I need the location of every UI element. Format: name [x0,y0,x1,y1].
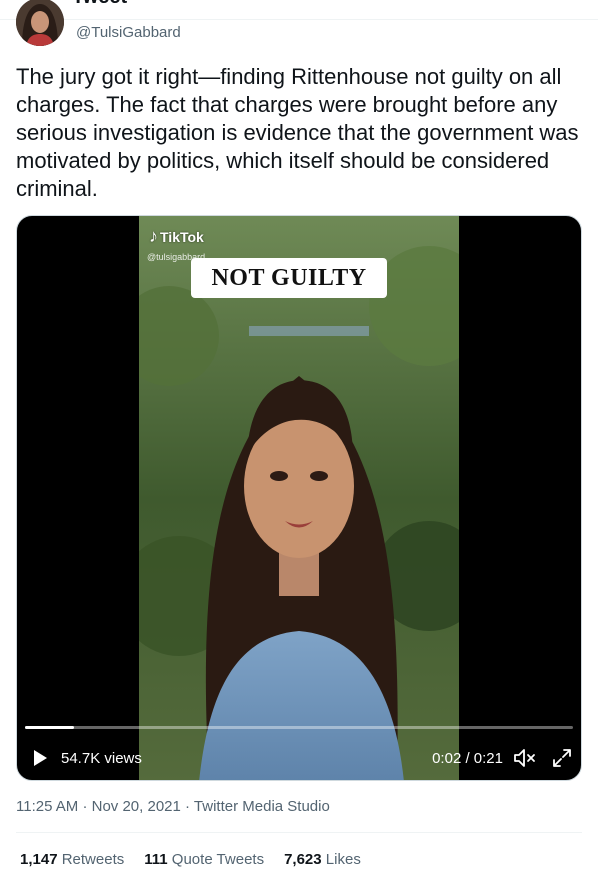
mute-icon[interactable] [513,747,537,769]
page-title: Tweet [72,0,127,9]
tweet-time[interactable]: 11:25 AM [16,798,78,815]
quote-tweets-label: Quote Tweets [171,851,265,868]
retweets-label: Retweets [61,851,125,868]
tiktok-watermark: ♪ TikTok [149,226,204,247]
time-display: 0:02 / 0:21 [432,750,503,767]
author-handle[interactable]: @TulsiGabbard [76,24,181,41]
tweet-meta: 11:25 AM · Nov 20, 2021 · Twitter Media … [16,798,330,815]
fullscreen-icon[interactable] [551,747,573,769]
engagement-stats: 1,147 Retweets 111 Quote Tweets 7,623 Li… [20,851,381,868]
likes-count: 7,623 [284,851,322,868]
tweet-source-link[interactable]: Twitter Media Studio [194,798,330,815]
video-controls: 54.7K views 0:02 / 0:21 [17,738,581,778]
retweets-stat[interactable]: 1,147 Retweets [20,851,124,868]
likes-stat[interactable]: 7,623 Likes [284,851,361,868]
tiktok-label: TikTok [160,229,204,245]
retweets-count: 1,147 [20,851,58,868]
quote-tweets-stat[interactable]: 111 Quote Tweets [144,851,264,868]
tiktok-note-icon: ♪ [149,226,158,246]
meta-separator: · [82,798,88,815]
progress-fill [25,726,75,729]
progress-bar[interactable] [25,726,573,729]
view-count: 54.7K views [61,750,142,767]
tweet-text: The jury got it right—finding Rittenhous… [16,64,579,201]
overlay-banner: NOT GUILTY [191,258,387,298]
meta-separator: · [185,798,191,815]
divider [16,832,582,833]
play-icon[interactable] [29,747,51,769]
video-player[interactable]: ♪ TikTok @tulsigabbard NOT GUILTY 54.7K v… [16,215,582,781]
video-frame[interactable]: ♪ TikTok @tulsigabbard NOT GUILTY [139,216,459,780]
quote-tweets-count: 111 [144,851,168,868]
page-header: Tweet [0,0,598,20]
likes-label: Likes [325,851,361,868]
avatar[interactable] [16,0,64,46]
tweet-date[interactable]: Nov 20, 2021 [92,798,181,815]
